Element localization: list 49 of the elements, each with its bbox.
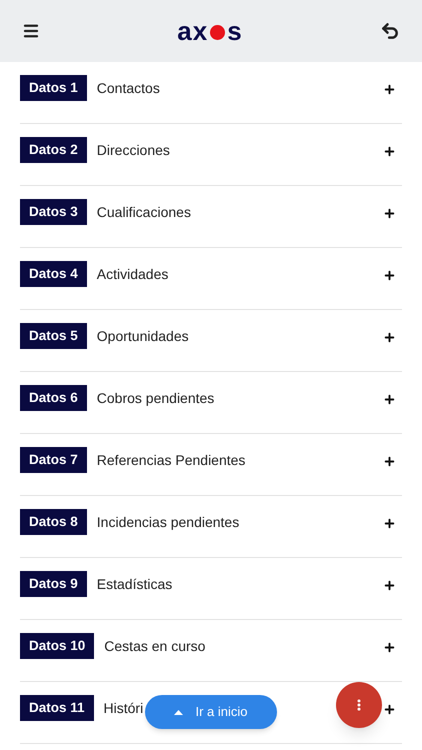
expand-icon[interactable] [383, 207, 396, 220]
expand-icon[interactable] [383, 641, 396, 654]
data-badge: Datos 8 [20, 509, 87, 535]
accordion-row[interactable]: Datos 3 Cualificaciones [20, 186, 402, 248]
more-button[interactable] [336, 682, 382, 728]
data-badge: Datos 11 [20, 695, 94, 721]
logo: ax s [177, 18, 243, 44]
data-badge: Datos 10 [20, 633, 94, 659]
data-badge: Datos 3 [20, 199, 87, 225]
menu-icon[interactable] [22, 22, 40, 40]
back-icon[interactable] [380, 21, 400, 41]
accordion-row[interactable]: Datos 7 Referencias Pendientes [20, 434, 402, 496]
row-title: Contactos [96, 79, 160, 98]
row-title: Incidencias pendientes [96, 513, 240, 532]
expand-icon[interactable] [383, 145, 396, 158]
accordion-row[interactable]: Datos 8 Incidencias pendientes [20, 496, 402, 558]
expand-icon[interactable] [383, 579, 396, 592]
data-badge: Datos 6 [20, 385, 87, 411]
expand-icon[interactable] [383, 703, 396, 716]
data-badge: Datos 5 [20, 323, 87, 349]
expand-icon[interactable] [383, 83, 396, 96]
accordion-row[interactable]: Datos 6 Cobros pendientes [20, 372, 402, 434]
expand-icon[interactable] [383, 393, 396, 406]
caret-up-icon [174, 710, 184, 714]
expand-icon[interactable] [383, 331, 396, 344]
expand-icon[interactable] [383, 269, 396, 282]
row-title: Oportunidades [96, 327, 189, 346]
data-badge: Datos 9 [20, 571, 87, 597]
data-badge: Datos 4 [20, 261, 87, 287]
row-title: Estadísticas [96, 575, 172, 594]
row-title: Actividades [96, 265, 168, 284]
accordion-row[interactable]: Datos 2 Direcciones [20, 124, 402, 186]
data-badge: Datos 1 [20, 75, 87, 101]
row-title: Cobros pendientes [96, 389, 214, 408]
accordion-row[interactable]: Datos 1 Contactos [20, 62, 402, 124]
row-title: Cestas en curso [104, 637, 206, 656]
expand-icon[interactable] [383, 517, 396, 530]
accordion-row[interactable]: Datos 5 Oportunidades [20, 310, 402, 372]
row-title: Direcciones [96, 141, 170, 160]
data-badge: Datos 2 [20, 137, 87, 163]
accordion-row[interactable]: Datos 9 Estadísticas [20, 558, 402, 620]
expand-icon[interactable] [383, 455, 396, 468]
scroll-top-button[interactable]: Ir a inicio [145, 695, 277, 729]
row-title: Referencias Pendientes [96, 451, 246, 470]
accordion-row[interactable]: Datos 4 Actividades [20, 248, 402, 310]
row-title: Cualificaciones [96, 203, 191, 222]
data-badge: Datos 7 [20, 447, 87, 473]
row-title: Históri [104, 699, 144, 718]
accordion-row[interactable]: Datos 10 Cestas en curso [20, 620, 402, 682]
